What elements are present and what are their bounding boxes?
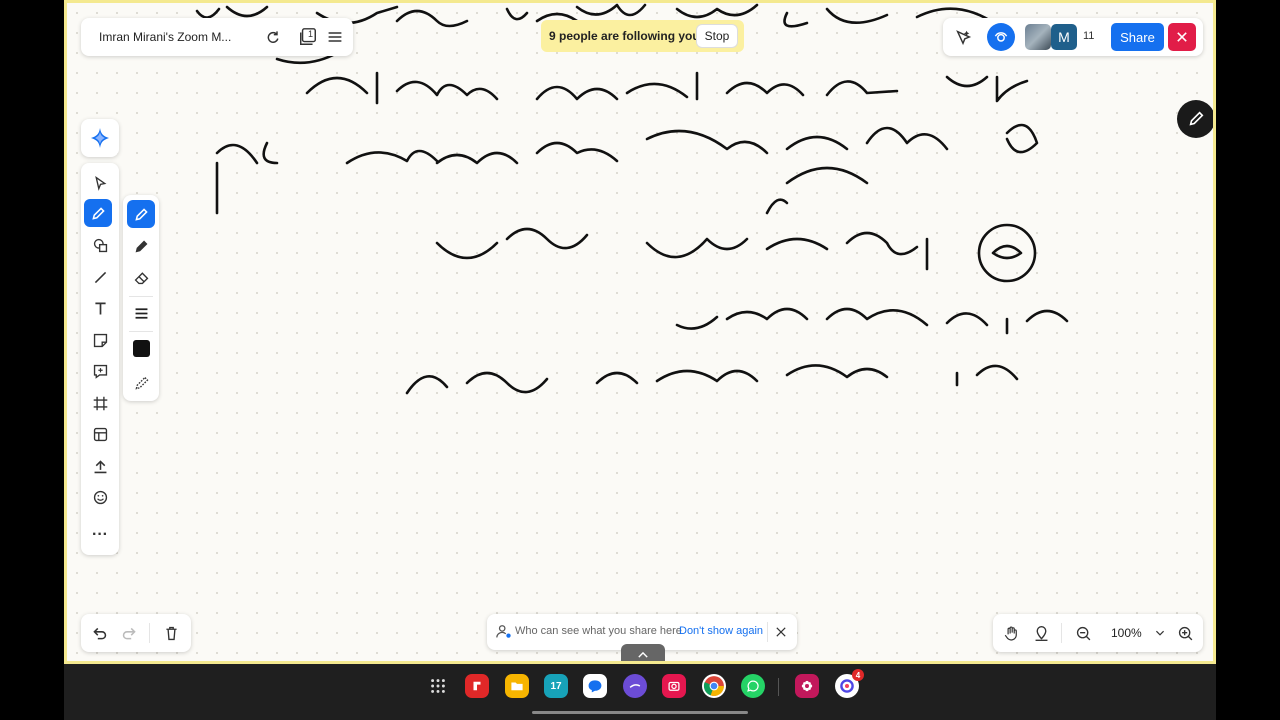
board-title[interactable]: Imran Mirani's Zoom M...: [99, 30, 231, 44]
pencil-icon: [1189, 111, 1204, 126]
messages-icon[interactable]: [583, 674, 607, 698]
whiteboard-canvas[interactable]: Imran Mirani's Zoom M... 1 9 people are …: [64, 0, 1216, 664]
pen-icon[interactable]: [84, 199, 112, 227]
home-indicator[interactable]: [532, 711, 748, 714]
more-icon[interactable]: ···: [84, 520, 116, 550]
person-eye-icon: [495, 623, 513, 646]
chrome-icon[interactable]: [702, 674, 726, 698]
comment-icon[interactable]: [84, 356, 116, 386]
taskbar: 17 4: [64, 664, 1216, 720]
participant-avatar-photo[interactable]: [1025, 24, 1051, 50]
zoom-bar: 100%: [993, 614, 1203, 652]
collaboration-bar: M 11 Share: [943, 18, 1203, 56]
pen-options-toolbar: [123, 195, 159, 401]
notification-badge: 4: [852, 669, 864, 681]
camera-icon[interactable]: [662, 674, 686, 698]
screen: Imran Mirani's Zoom M... 1 9 people are …: [0, 0, 1280, 720]
trash-icon[interactable]: [155, 618, 187, 648]
sparkle-icon: [91, 128, 109, 148]
share-notice-text: Who can see what you share here: [515, 625, 682, 637]
follow-text: 9 people are following you: [549, 29, 700, 43]
participant-count[interactable]: 11: [1083, 30, 1094, 42]
menu-icon[interactable]: [325, 27, 345, 47]
flower-app-icon[interactable]: [795, 674, 819, 698]
share-button[interactable]: Share: [1111, 23, 1164, 51]
divider: [129, 331, 153, 332]
handwriting-ink: [195, 3, 1069, 395]
close-notice-icon[interactable]: [773, 624, 789, 640]
color-swatch[interactable]: [133, 340, 150, 357]
magic-select-icon[interactable]: [951, 26, 975, 48]
calendar-day: 17: [550, 680, 562, 692]
files-icon[interactable]: [505, 674, 529, 698]
expand-tray-button[interactable]: [621, 644, 665, 661]
stroke-width-icon[interactable]: [125, 298, 157, 328]
calendar-icon[interactable]: 17: [544, 674, 568, 698]
divider: [129, 296, 153, 297]
stop-following-button[interactable]: Stop: [697, 25, 737, 47]
close-icon[interactable]: [1168, 23, 1196, 51]
zoom-in-icon[interactable]: [1169, 618, 1201, 648]
pages-icon[interactable]: 1: [297, 26, 319, 48]
highlighter-icon[interactable]: [125, 231, 157, 261]
divider: [1061, 623, 1062, 643]
template-icon[interactable]: [84, 419, 116, 449]
follow-banner: 9 people are following you Stop: [541, 20, 744, 52]
emoji-icon[interactable]: [84, 482, 116, 512]
undo-icon[interactable]: [83, 618, 115, 648]
zoom-out-icon[interactable]: [1067, 618, 1099, 648]
eraser-icon[interactable]: [125, 262, 157, 292]
dont-show-again-link[interactable]: Don't show again: [679, 625, 763, 637]
shapes-icon[interactable]: [84, 230, 116, 260]
whatsapp-icon[interactable]: [741, 674, 765, 698]
browser-icon[interactable]: [623, 674, 647, 698]
locate-icon[interactable]: [1025, 618, 1057, 648]
select-icon[interactable]: [84, 168, 116, 198]
board-title-bar: Imran Mirani's Zoom M... 1: [81, 18, 353, 56]
page-count: 1: [308, 29, 314, 39]
divider: [778, 678, 779, 696]
sync-icon[interactable]: [263, 27, 283, 47]
history-bar: [81, 614, 191, 652]
line-icon[interactable]: [84, 262, 116, 292]
edit-pencil-button[interactable]: [1177, 100, 1213, 138]
chevron-up-icon: [638, 651, 648, 658]
hand-icon[interactable]: [995, 618, 1027, 648]
pen-tool-icon[interactable]: [127, 200, 155, 228]
reactions-icon[interactable]: [987, 23, 1015, 51]
frame-icon[interactable]: [84, 388, 116, 418]
flipboard-icon[interactable]: [465, 674, 489, 698]
divider: [767, 622, 768, 642]
zoom-level[interactable]: 100%: [1111, 626, 1142, 640]
zoom-app-icon[interactable]: 4: [835, 669, 864, 698]
eyedropper-icon[interactable]: [125, 368, 157, 398]
left-toolbar: ···: [81, 163, 119, 555]
divider: [149, 623, 150, 643]
text-icon[interactable]: [84, 293, 116, 323]
participant-avatar[interactable]: M: [1051, 24, 1077, 50]
app-drawer-icon[interactable]: [426, 674, 450, 698]
upload-icon[interactable]: [84, 451, 116, 481]
sticky-note-icon[interactable]: [84, 325, 116, 355]
ai-assistant-button[interactable]: [81, 119, 119, 157]
chevron-down-icon[interactable]: [1153, 626, 1167, 640]
redo-icon[interactable]: [113, 618, 145, 648]
